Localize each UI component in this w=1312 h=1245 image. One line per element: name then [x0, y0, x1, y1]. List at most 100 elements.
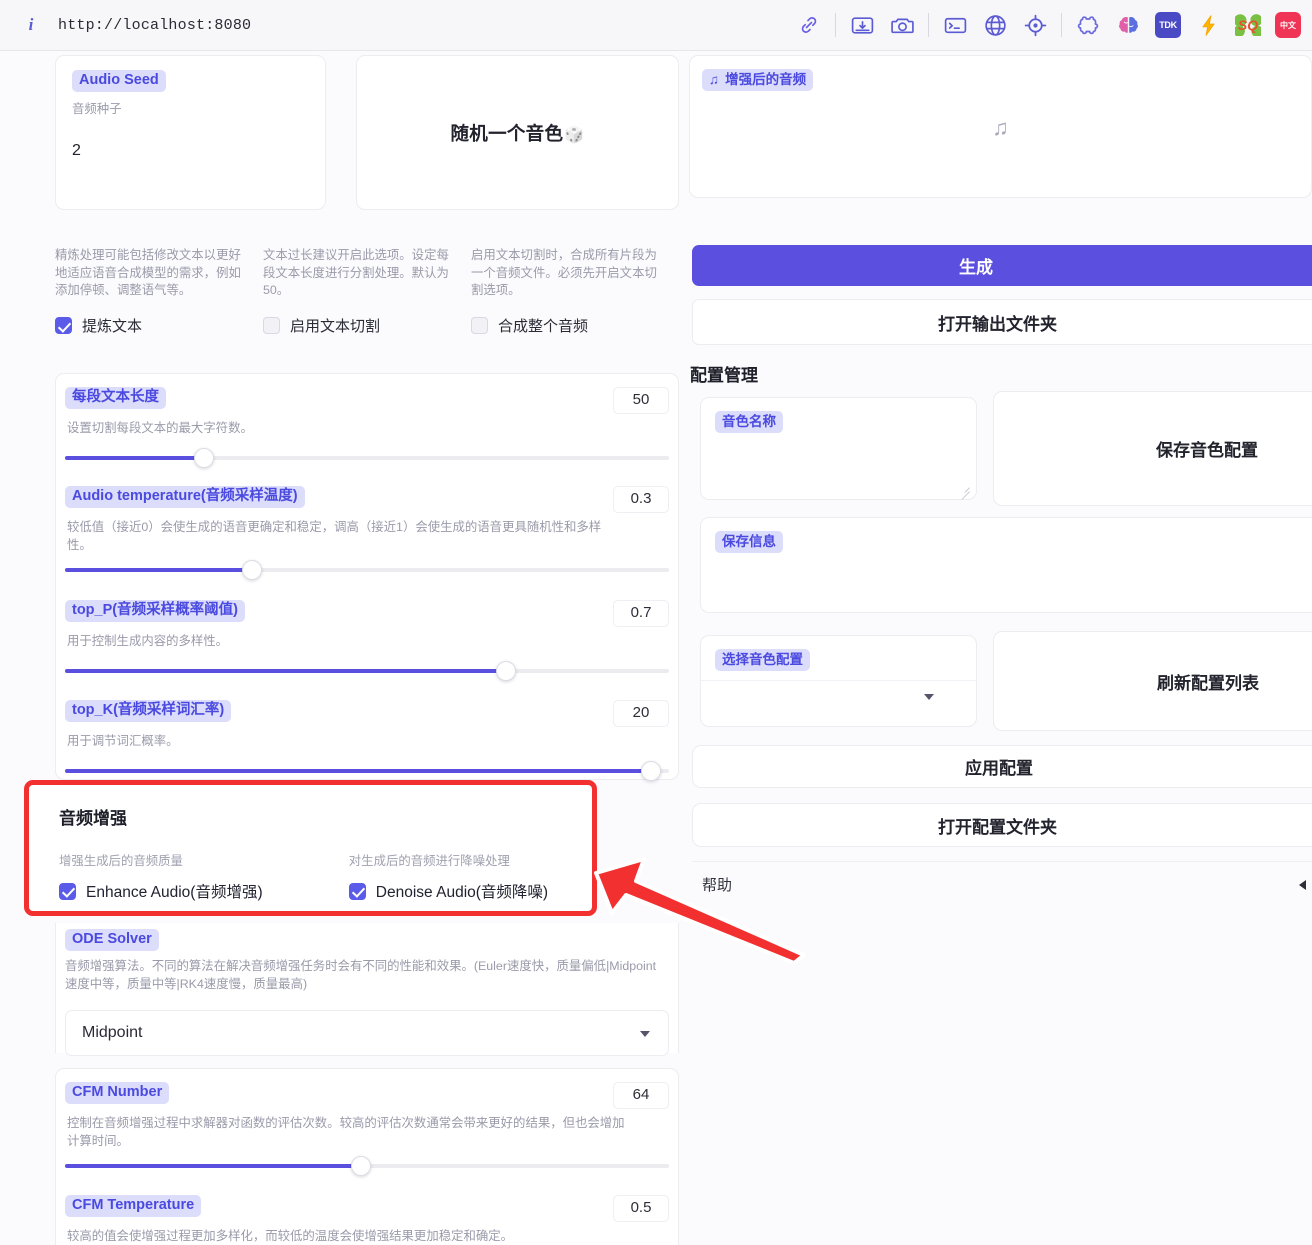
config-management-title: 配置管理 [690, 366, 758, 385]
slider-fill [65, 455, 204, 460]
param-audio-temperature-slider[interactable] [65, 560, 669, 580]
param-top-p-slider[interactable] [65, 660, 669, 681]
enhance-audio-checkbox-row[interactable]: Enhance Audio(音频增强) [59, 880, 349, 902]
param-top-p: top_P(音频采样概率阈值) 0.7 用于控制生成内容的多样性。 [55, 587, 679, 687]
apply-config-button[interactable]: 应用配置 [692, 745, 1312, 788]
link-icon[interactable] [789, 5, 829, 45]
timbre-name-label: 音色名称 [715, 411, 783, 433]
param-top-k-head: top_K(音频采样词汇率) 20 [65, 687, 669, 727]
param-cfm-temperature-head: CFM Temperature 0.5 [65, 1182, 669, 1222]
slider-thumb[interactable] [640, 760, 661, 781]
ode-solver-selected-value: Midpoint [82, 1024, 143, 1041]
save-info-label-wrap: 保存信息 [715, 531, 783, 553]
merge-audio-checkbox[interactable] [471, 317, 488, 334]
select-config-value[interactable] [701, 680, 976, 720]
apply-config-label: 应用配置 [965, 759, 1033, 778]
param-cfm-number-head: CFM Number 64 [65, 1069, 669, 1109]
audio-seed-input[interactable]: 2 [72, 142, 309, 160]
param-audio-temperature-label: Audio temperature(音频采样温度) [65, 486, 305, 508]
slider-thumb[interactable] [495, 660, 516, 681]
refine-text-checkbox-row[interactable]: 提炼文本 [55, 315, 241, 336]
refresh-config-list-button[interactable]: 刷新配置列表 [993, 631, 1312, 731]
param-cfm-temperature-value[interactable]: 0.5 [613, 1195, 669, 1222]
refine-text-checkbox[interactable] [55, 317, 72, 334]
download-image-icon[interactable] [842, 5, 882, 45]
audio-placeholder-icon: ♫ [992, 115, 1009, 140]
chevron-down-icon[interactable] [924, 694, 934, 700]
param-cfm-number-value[interactable]: 64 [613, 1082, 669, 1109]
sq-badge-label: SQ [1237, 17, 1259, 33]
select-config-dropdown[interactable]: 选择音色配置 [700, 635, 977, 727]
lightning-icon[interactable] [1188, 5, 1228, 45]
param-cfm-temperature: CFM Temperature 0.5 较高的值会使增强过程更加多样化，而较低的… [55, 1182, 679, 1245]
select-config-label-wrap: 选择音色配置 [715, 649, 810, 671]
slider-thumb[interactable] [193, 447, 214, 468]
camera-icon[interactable] [882, 5, 922, 45]
timbre-name-label-wrap: 音色名称 [715, 411, 783, 433]
option-merge-audio: 启用文本切割时，合成所有片段为一个音频文件。必须先开启文本切割选项。 合成整个音… [471, 247, 679, 354]
param-audio-temperature-value[interactable]: 0.3 [613, 486, 669, 513]
param-top-p-value[interactable]: 0.7 [613, 600, 669, 627]
denoise-audio-label: Denoise Audio(音频降噪) [375, 884, 549, 901]
enhance-audio-label: Enhance Audio(音频增强) [86, 884, 263, 901]
param-segment-length: 每段文本长度 50 设置切割每段文本的最大字符数。 [55, 373, 679, 473]
sq-badge-icon[interactable]: SQ [1228, 5, 1268, 45]
denoise-audio-checkbox-row[interactable]: Denoise Audio(音频降噪) [348, 880, 571, 902]
enhance-audio-option: 增强生成后的音频质量 Enhance Audio(音频增强) [59, 851, 349, 902]
audio-enhance-options: 增强生成后的音频质量 Enhance Audio(音频增强) 对生成后的音频进行… [59, 851, 571, 902]
help-accordion[interactable]: 帮助 [692, 861, 1312, 907]
globe-icon[interactable] [975, 5, 1015, 45]
random-timbre-button[interactable]: 随机一个音色🎲 [356, 55, 679, 210]
resize-grip-icon[interactable] [959, 483, 970, 494]
terminal-icon[interactable] [935, 5, 975, 45]
param-top-k-slider[interactable] [65, 760, 669, 781]
help-label: 帮助 [702, 877, 733, 894]
param-top-k: top_K(音频采样词汇率) 20 用于调节词汇概率。 [55, 687, 679, 781]
param-audio-temperature-helper: 较低值（接近0）会使生成的语音更确定和稳定，调高（接近1）会使生成的语音更具随机… [67, 520, 602, 552]
open-config-folder-button[interactable]: 打开配置文件夹 [692, 803, 1312, 847]
app-window: i http://localhost:8080 TDK SQ 中文 Audio … [0, 0, 1312, 1245]
param-cfm-number-slider[interactable] [65, 1156, 669, 1176]
param-cfm-temperature-helper: 较高的值会使增强过程更加多样化，而较低的温度会使增强结果更加稳定和确定。 [67, 1229, 514, 1243]
open-output-folder-button[interactable]: 打开输出文件夹 [692, 299, 1312, 345]
slider-fill [65, 568, 253, 572]
save-config-button[interactable]: 保存音色配置 [993, 391, 1312, 506]
split-text-checkbox[interactable] [263, 317, 280, 334]
param-segment-length-slider[interactable] [65, 447, 669, 468]
open-output-folder-label: 打开输出文件夹 [938, 314, 1057, 334]
slider-thumb[interactable] [242, 560, 263, 580]
param-segment-length-value[interactable]: 50 [613, 387, 669, 414]
audio-enhance-title: 音频增强 [59, 809, 127, 828]
puzzle-icon[interactable] [1068, 5, 1108, 45]
sq-badge: SQ [1235, 12, 1262, 39]
url-bar[interactable]: http://localhost:8080 [58, 17, 251, 34]
generate-button[interactable]: 生成 [692, 245, 1312, 286]
generate-button-label: 生成 [959, 258, 993, 277]
param-audio-temperature-head: Audio temperature(音频采样温度) 0.3 [65, 473, 669, 513]
enhance-audio-checkbox[interactable] [59, 882, 76, 900]
save-info-field[interactable]: 保存信息 [700, 517, 1312, 613]
red-badge-icon[interactable]: 中文 [1268, 5, 1308, 45]
slider-thumb[interactable] [350, 1156, 371, 1176]
audio-seed-sublabel: 音频种子 [72, 102, 122, 116]
option-split-text: 文本过长建议开启此选项。设定每段文本长度进行分割处理。默认为50。 启用文本切割 [263, 247, 471, 354]
target-icon[interactable] [1015, 5, 1055, 45]
timbre-name-field[interactable]: 音色名称 [700, 397, 977, 500]
open-config-folder-label: 打开配置文件夹 [938, 817, 1057, 837]
param-top-k-helper: 用于调节词汇概率。 [67, 734, 179, 748]
param-top-k-value[interactable]: 20 [613, 700, 669, 727]
tdk-badge-icon[interactable]: TDK [1148, 5, 1188, 45]
merge-audio-checkbox-row[interactable]: 合成整个音频 [471, 315, 657, 336]
audio-seed-card: Audio Seed 音频种子 2 [55, 55, 326, 210]
denoise-audio-checkbox[interactable] [348, 882, 366, 900]
split-text-checkbox-row[interactable]: 启用文本切割 [263, 315, 449, 336]
chevron-left-icon[interactable] [1299, 879, 1306, 890]
ode-solver-head: ODE Solver [65, 923, 669, 951]
audio-seed-label: Audio Seed [72, 70, 166, 92]
option-refine-helper: 精炼处理可能包括修改文本以更好地适应语音合成模型的需求，例如添加停顿、调整语气等… [55, 248, 241, 297]
ode-solver-select[interactable]: Midpoint [65, 1010, 669, 1056]
brain-icon[interactable] [1108, 5, 1148, 45]
info-icon[interactable]: i [22, 15, 40, 34]
param-top-p-head: top_P(音频采样概率阈值) 0.7 [65, 587, 669, 627]
param-top-k-label: top_K(音频采样词汇率) [65, 700, 232, 722]
